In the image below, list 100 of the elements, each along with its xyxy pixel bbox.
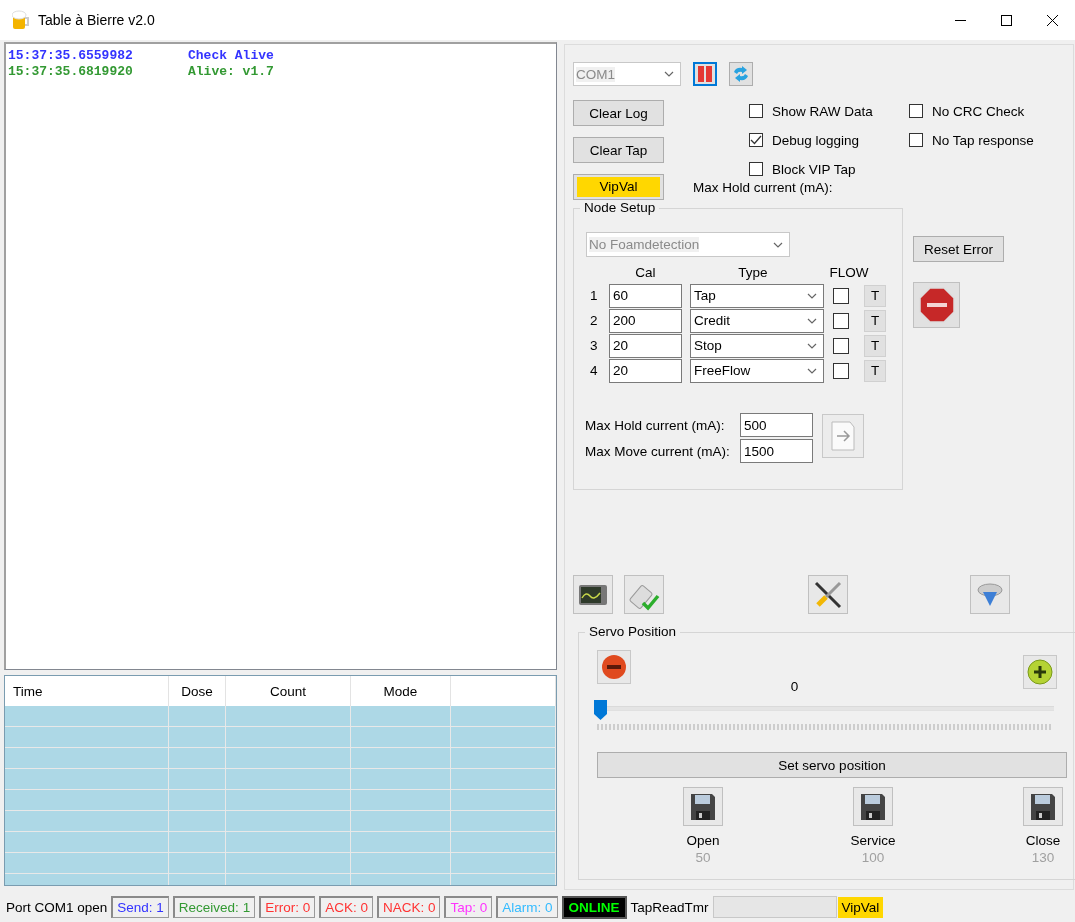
servo-value: 0 bbox=[789, 679, 800, 694]
checkbox[interactable] bbox=[909, 104, 923, 118]
maximize-icon[interactable] bbox=[1000, 14, 1012, 26]
checkbox-label[interactable]: No CRC Check bbox=[932, 103, 1025, 119]
chevron-icon bbox=[807, 317, 817, 324]
close-icon[interactable] bbox=[1046, 14, 1058, 26]
column-header[interactable]: Dose bbox=[181, 683, 213, 699]
counter: NACK: 0 bbox=[376, 896, 441, 918]
vip-indicator: VipVal bbox=[837, 896, 884, 918]
minimize-icon[interactable] bbox=[954, 19, 966, 21]
pause-icon bbox=[697, 65, 713, 83]
checkbox[interactable] bbox=[749, 133, 763, 147]
chevron-icon bbox=[807, 342, 817, 349]
timer-label: TapReadTmr bbox=[630, 899, 709, 915]
action-button[interactable]: Clear Log bbox=[573, 100, 664, 126]
counter: Tap: 0 bbox=[444, 896, 493, 918]
save-button[interactable] bbox=[853, 787, 893, 826]
column-header: Type bbox=[737, 265, 769, 282]
group-title: Servo Position bbox=[585, 624, 681, 639]
action-button[interactable]: Clear Tap bbox=[573, 137, 664, 163]
checkbox[interactable] bbox=[749, 162, 763, 176]
counter: ACK: 0 bbox=[319, 896, 373, 918]
slider-thumb[interactable] bbox=[594, 700, 607, 720]
preset-label: Service bbox=[850, 833, 896, 848]
cal-field[interactable]: 200 bbox=[609, 308, 682, 333]
port-status: Port COM1 open bbox=[6, 899, 108, 915]
current-field[interactable]: 1500 bbox=[740, 439, 813, 463]
row-number: 2 bbox=[589, 313, 599, 328]
connect-check-button[interactable] bbox=[624, 575, 664, 614]
stop-sign-icon bbox=[918, 287, 955, 323]
checkbox[interactable] bbox=[749, 104, 763, 118]
cal-field[interactable]: 20 bbox=[609, 333, 682, 358]
save-button[interactable] bbox=[683, 787, 723, 826]
save-button[interactable] bbox=[1023, 787, 1063, 826]
checkbox-label[interactable]: Debug logging bbox=[772, 132, 860, 148]
refresh-icon bbox=[732, 65, 750, 83]
window-title: Table à Bierre v2.0 bbox=[38, 12, 155, 28]
counter: Send: 1 bbox=[111, 896, 169, 918]
set-servo-button[interactable]: Set servo position bbox=[597, 752, 1067, 778]
counter: Error: 0 bbox=[259, 896, 316, 918]
counter: Alarm: 0 bbox=[496, 896, 558, 918]
current-label: Max Hold current (mA): bbox=[585, 417, 726, 433]
row-number: 3 bbox=[589, 338, 599, 353]
preset-label: Open bbox=[686, 833, 720, 848]
column-header[interactable]: Time bbox=[13, 683, 43, 699]
counter: Received: 1 bbox=[172, 896, 256, 918]
row-number: 4 bbox=[589, 363, 599, 378]
stop-button[interactable] bbox=[913, 282, 960, 328]
online-indicator: ONLINE bbox=[561, 895, 627, 919]
test-button[interactable]: T bbox=[864, 334, 886, 357]
minus-button[interactable] bbox=[597, 650, 631, 684]
type-dropdown[interactable]: Tap bbox=[690, 283, 824, 308]
checkbox[interactable] bbox=[909, 133, 923, 147]
test-button[interactable]: T bbox=[864, 284, 886, 307]
chevron-icon bbox=[807, 292, 817, 299]
plus-button[interactable] bbox=[1023, 655, 1057, 689]
log-message: Check Alive bbox=[188, 48, 274, 64]
chevron-icon bbox=[773, 241, 783, 248]
flow-checkbox[interactable] bbox=[833, 312, 849, 329]
preset-label: Close bbox=[1025, 833, 1061, 848]
log-time: 15:37:35.6819920 bbox=[8, 64, 134, 80]
group-title: Node Setup bbox=[580, 200, 660, 215]
type-dropdown[interactable]: Credit bbox=[690, 308, 824, 333]
checkbox-label[interactable]: Block VIP Tap bbox=[772, 161, 856, 177]
flow-checkbox[interactable] bbox=[833, 362, 849, 379]
monitor-icon bbox=[578, 582, 608, 607]
plus-icon bbox=[1027, 659, 1053, 685]
pause-button[interactable] bbox=[693, 62, 717, 86]
chevron-icon bbox=[664, 71, 674, 77]
type-dropdown[interactable]: FreeFlow bbox=[690, 358, 824, 383]
current-label: Max Move current (mA): bbox=[585, 443, 731, 459]
column-header[interactable]: Count bbox=[270, 683, 306, 699]
test-button[interactable]: T bbox=[864, 309, 886, 332]
log-message: Alive: v1.7 bbox=[188, 64, 274, 80]
current-field[interactable]: 500 bbox=[740, 413, 813, 437]
column-header: Cal bbox=[634, 265, 657, 282]
minus-icon bbox=[601, 654, 627, 680]
download-button[interactable] bbox=[970, 575, 1010, 614]
chevron-icon bbox=[807, 367, 817, 374]
beer-mug-icon bbox=[12, 10, 30, 30]
checkbox-label[interactable]: Show RAW Data bbox=[772, 103, 873, 119]
column-header: FLOW bbox=[828, 265, 870, 282]
row-number: 1 bbox=[589, 288, 599, 303]
cal-field[interactable]: 60 bbox=[609, 283, 682, 308]
preset-value: 100 bbox=[861, 850, 885, 865]
flow-checkbox[interactable] bbox=[833, 337, 849, 354]
preset-value: 50 bbox=[695, 850, 711, 865]
preset-value: 130 bbox=[1031, 850, 1055, 865]
checkbox-label[interactable]: No Tap response bbox=[932, 132, 1034, 148]
max-hold-label: Max Hold current (mA): bbox=[693, 180, 834, 195]
tools-button[interactable] bbox=[808, 575, 848, 614]
column-header[interactable]: Mode bbox=[383, 683, 418, 699]
reset-error-button[interactable]: Reset Error bbox=[913, 236, 1004, 262]
cal-field[interactable]: 20 bbox=[609, 358, 682, 383]
log-time: 15:37:35.6559982 bbox=[8, 48, 134, 64]
flow-checkbox[interactable] bbox=[833, 287, 849, 304]
test-button[interactable]: T bbox=[864, 359, 886, 382]
monitor-button[interactable] bbox=[573, 575, 613, 614]
type-dropdown[interactable]: Stop bbox=[690, 333, 824, 358]
action-button[interactable]: VipVal bbox=[573, 174, 664, 200]
